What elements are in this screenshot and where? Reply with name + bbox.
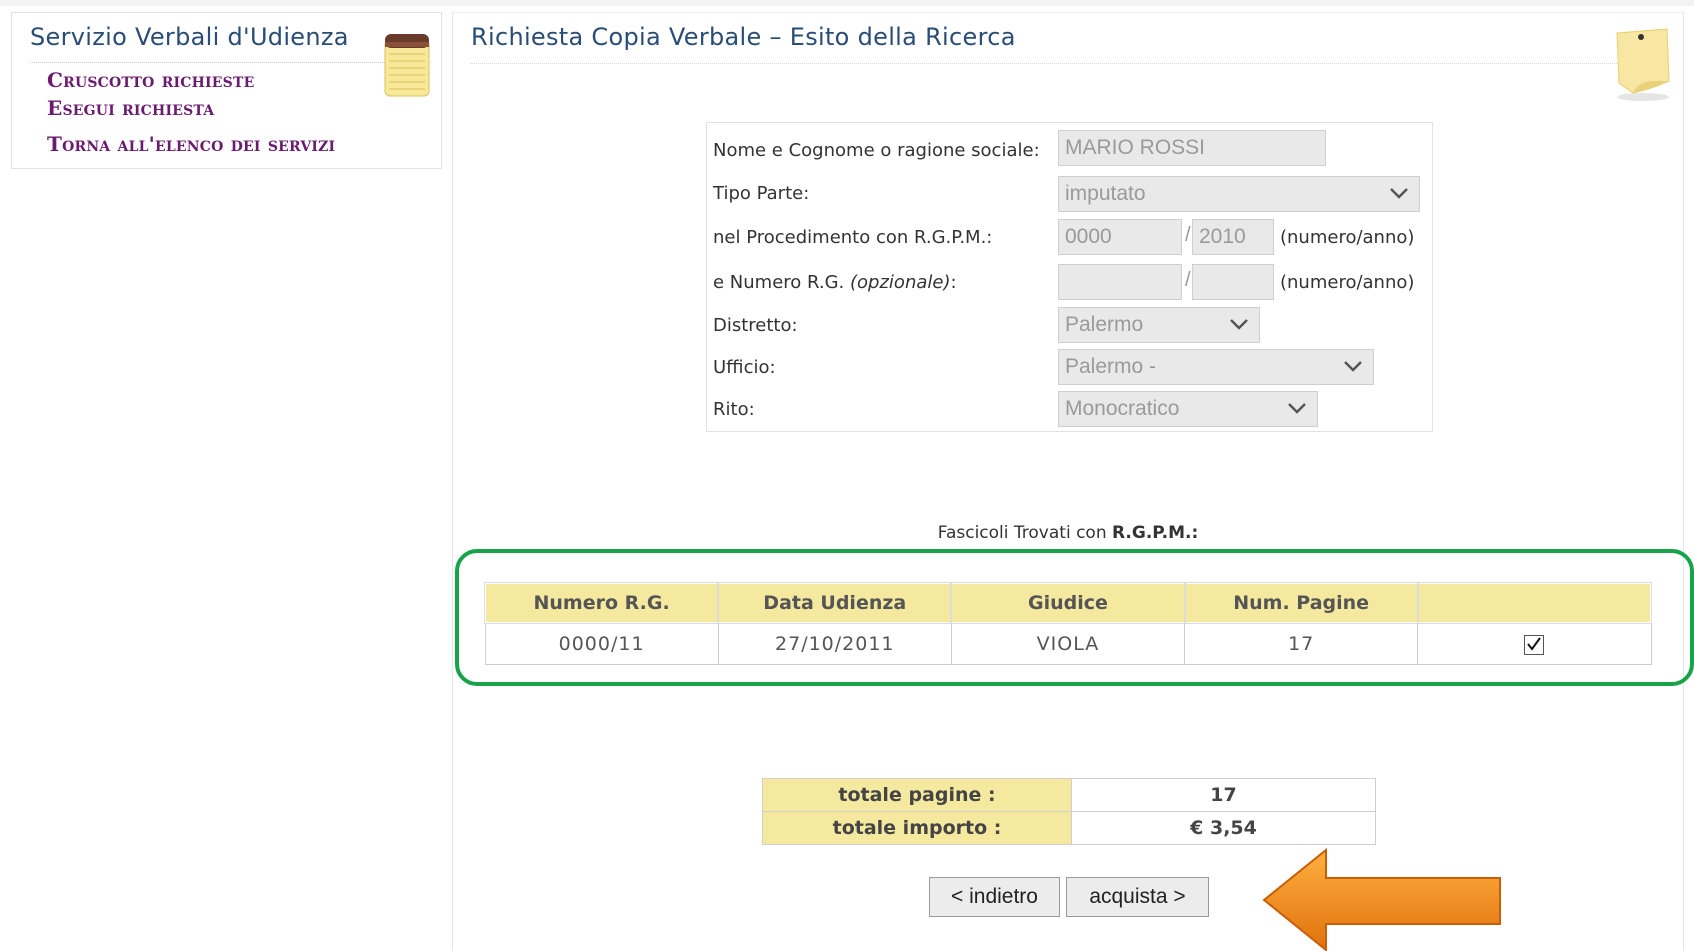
chevron-down-icon [1344,361,1362,372]
rgpm-year-field[interactable]: 2010 [1192,219,1274,255]
distretto-label: Distretto: [713,315,798,336]
acquista-button[interactable]: acquista > [1066,877,1209,917]
header-numero-rg: Numero R.G. [483,582,720,624]
chevron-down-icon [1390,188,1408,199]
header-data-udienza: Data Udienza [717,582,953,624]
results-caption: Fascicoli Trovati con R.G.P.M.: [452,523,1684,543]
numero-rg-hint: (numero/anno) [1280,272,1415,293]
distretto-select[interactable]: Palermo [1058,307,1260,343]
numero-rg-year-field[interactable] [1192,264,1274,300]
totale-importo-value: € 3,54 [1071,811,1376,845]
table-row: 0000/11 27/10/2011 VIOLA 17 [484,622,1652,665]
row-select-checkbox[interactable] [1524,634,1545,655]
numero-rg-field[interactable] [1058,264,1182,300]
name-label: Nome e Cognome o ragione sociale: [713,140,1040,161]
rito-select[interactable]: Monocratico [1058,391,1318,427]
numero-rg-colon: : [950,272,957,293]
tipo-parte-select[interactable]: imputato [1058,176,1420,212]
header-num-pagine: Num. Pagine [1183,582,1419,624]
numero-rg-optional: (opzionale) [850,272,951,293]
numero-rg-label-text: e Numero R.G. [713,272,845,293]
search-form: Nome e Cognome o ragione sociale: MARIO … [706,122,1433,432]
totals-table: totale pagine : 17 totale importo : € 3,… [762,778,1376,845]
rito-label: Rito: [713,399,755,420]
cell-giudice: VIOLA [950,622,1186,665]
tipo-parte-value: imputato [1065,182,1146,205]
menu-link-torna-servizi[interactable]: Torna all'elenco dei servizi [47,132,335,156]
ufficio-label: Ufficio: [713,357,776,378]
header-giudice: Giudice [950,582,1186,624]
tipo-parte-label: Tipo Parte: [713,183,810,204]
sidebar-divider [30,62,431,63]
chevron-down-icon [1230,319,1248,330]
totale-importo-label: totale importo : [762,811,1072,845]
header-select [1416,582,1653,624]
results-caption-text: Fascicoli Trovati con [937,523,1107,543]
totale-pagine-label: totale pagine : [762,778,1072,812]
numero-rg-label: e Numero R.G. (opzionale): [713,272,957,293]
ufficio-value: Palermo - [1065,355,1157,378]
results-header-row: Numero R.G. Data Udienza Giudice Num. Pa… [483,582,1653,624]
rgpm-number-field[interactable]: 0000 [1058,219,1182,255]
totals-row-importo: totale importo : € 3,54 [762,811,1376,845]
sidebar: Servizio Verbali d'Udienza Cruscotto ric… [11,12,442,169]
totals-row-pagine: totale pagine : 17 [762,778,1376,812]
results-caption-bold: R.G.P.M.: [1112,523,1199,543]
menu-link-cruscotto[interactable]: Cruscotto richieste [47,68,254,92]
cell-data-udienza: 27/10/2011 [717,622,952,665]
title-divider [471,63,1653,64]
cell-numero-rg: 0000/11 [484,622,719,665]
checkmark-icon [1527,636,1542,651]
name-field[interactable]: MARIO ROSSI [1058,130,1326,166]
ufficio-select[interactable]: Palermo - [1058,349,1374,385]
numero-rg-slash: / [1185,269,1191,291]
rgpm-hint: (numero/anno) [1280,227,1415,248]
page-title: Richiesta Copia Verbale – Esito della Ri… [471,23,1016,51]
results-table: Numero R.G. Data Udienza Giudice Num. Pa… [483,582,1653,665]
rgpm-slash: / [1185,224,1191,246]
pointer-arrow-icon [1262,848,1501,951]
sticky-note-icon [1616,28,1670,101]
menu-link-esegui-richiesta[interactable]: Esegui richiesta [47,96,214,120]
notepad-icon [384,34,430,97]
back-button[interactable]: < indietro [929,877,1060,917]
distretto-value: Palermo [1065,313,1144,336]
sidebar-title: Servizio Verbali d'Udienza [30,23,349,51]
top-strip [0,0,1694,6]
cell-select [1417,622,1652,665]
rito-value: Monocratico [1065,397,1180,420]
cell-num-pagine: 17 [1184,622,1419,665]
chevron-down-icon [1288,403,1306,414]
totale-pagine-value: 17 [1071,778,1376,812]
rgpm-label: nel Procedimento con R.G.P.M.: [713,227,993,248]
